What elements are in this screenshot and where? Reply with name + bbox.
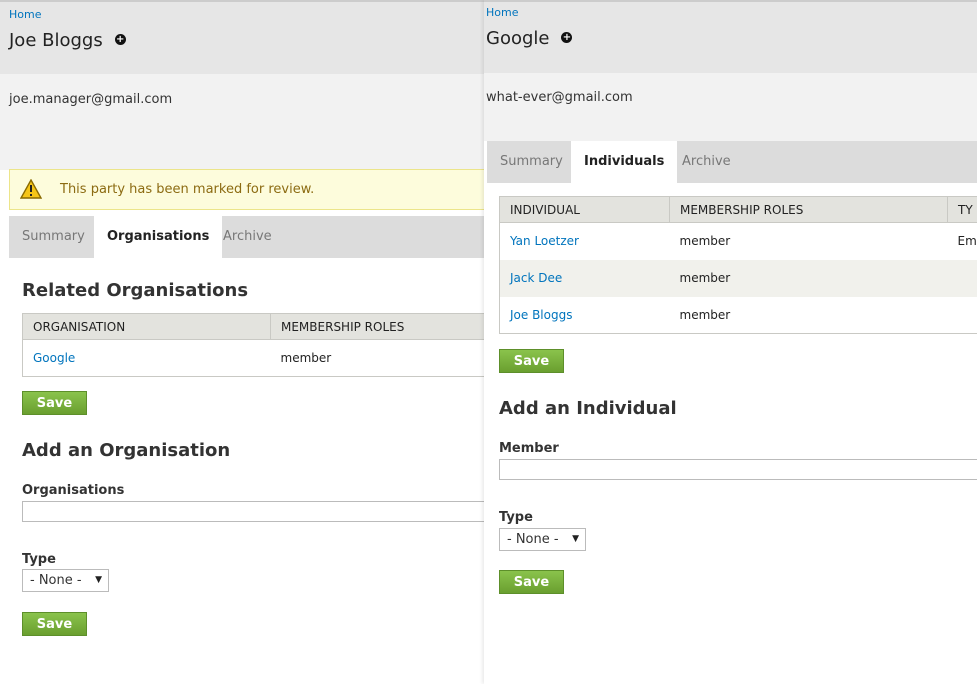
membership-role-cell: member [679, 234, 731, 249]
page-title: Joe Bloggs + [9, 30, 126, 51]
type-select-value: - None - [507, 532, 559, 547]
membership-role-cell: member [679, 307, 731, 322]
page-title: Google + [486, 28, 573, 49]
organisation-party-panel: Home Joe Bloggs + joe.manager@gmail.com T… [0, 0, 484, 684]
caret-down-icon: ▼ [572, 534, 579, 544]
save-button[interactable]: Save [499, 349, 564, 373]
membership-role-cell: member [280, 351, 332, 365]
individual-link[interactable]: Yan Loetzer [510, 234, 579, 248]
warning-text: This party has been marked for review. [60, 182, 315, 197]
type-field-label: Type [22, 552, 56, 567]
type-cell: Em [957, 234, 977, 249]
column-header-type: TY [947, 196, 977, 223]
page-header: Home Joe Bloggs + [0, 0, 484, 74]
contact-band: joe.manager@gmail.com [0, 74, 484, 170]
individual-link[interactable]: Joe Bloggs [510, 308, 572, 322]
table-row: Jack Dee member [499, 259, 977, 297]
type-cell [948, 297, 977, 334]
tab-summary[interactable]: Summary [9, 216, 98, 258]
contact-band: what-ever@gmail.com [484, 73, 977, 141]
tab-archive[interactable]: Archive [210, 216, 285, 258]
breadcrumb-home-link[interactable]: Home [486, 6, 518, 19]
tab-individuals[interactable]: Individuals [571, 141, 678, 183]
table-row: Joe Bloggs member [500, 297, 977, 334]
column-header-individual: INDIVIDUAL [499, 196, 670, 223]
type-cell [947, 259, 977, 297]
organisations-field-label: Organisations [22, 483, 125, 498]
related-organisations-heading: Related Organisations [22, 280, 249, 301]
review-warning-message: This party has been marked for review. [9, 169, 484, 210]
column-header-membership-roles: MEMBERSHIP ROLES [270, 313, 484, 340]
table-row: Google member [23, 340, 485, 377]
type-field-label: Type [499, 510, 533, 525]
member-field-label: Member [499, 441, 559, 456]
breadcrumb-home-link[interactable]: Home [9, 8, 41, 21]
plus-circle-icon[interactable]: + [114, 33, 126, 45]
page-title-text: Google [486, 28, 550, 49]
tab-organisations[interactable]: Organisations [94, 216, 223, 258]
email-text: what-ever@gmail.com [486, 90, 633, 105]
tab-bar: Summary Organisations Archive [9, 216, 484, 258]
column-header-organisation: ORGANISATION [22, 313, 271, 340]
add-organisation-heading: Add an Organisation [22, 440, 231, 461]
column-header-membership-roles: MEMBERSHIP ROLES [669, 196, 948, 223]
save-individual-button[interactable]: Save [499, 570, 564, 594]
organisations-table: ORGANISATION MEMBERSHIP ROLES Google mem… [22, 313, 484, 377]
type-select[interactable]: - None - ▼ [22, 569, 109, 592]
table-row: Yan Loetzer member Em [500, 223, 977, 260]
save-organisation-button[interactable]: Save [22, 612, 87, 636]
membership-role-cell: member [669, 259, 948, 297]
add-individual-heading: Add an Individual [499, 398, 677, 419]
page-header: Home Google + [484, 0, 977, 73]
warning-triangle-icon [20, 179, 42, 199]
type-select-value: - None - [30, 573, 82, 588]
individual-party-panel: Home Google + what-ever@gmail.com Summary… [484, 0, 977, 684]
individual-link[interactable]: Jack Dee [510, 271, 562, 285]
tab-archive[interactable]: Archive [669, 141, 744, 183]
organisation-link[interactable]: Google [33, 351, 75, 365]
member-input[interactable] [499, 459, 977, 480]
email-text: joe.manager@gmail.com [9, 92, 173, 107]
caret-down-icon: ▼ [95, 575, 102, 585]
save-button[interactable]: Save [22, 391, 87, 415]
type-select[interactable]: - None - ▼ [499, 528, 586, 551]
tab-bar: Summary Individuals Archive [487, 141, 977, 183]
tab-summary[interactable]: Summary [487, 141, 576, 183]
individuals-table: INDIVIDUAL MEMBERSHIP ROLES TY Yan Loetz… [499, 196, 977, 334]
page-title-text: Joe Bloggs [9, 30, 103, 51]
plus-circle-icon[interactable]: + [561, 31, 573, 43]
organisations-input[interactable] [22, 501, 484, 522]
